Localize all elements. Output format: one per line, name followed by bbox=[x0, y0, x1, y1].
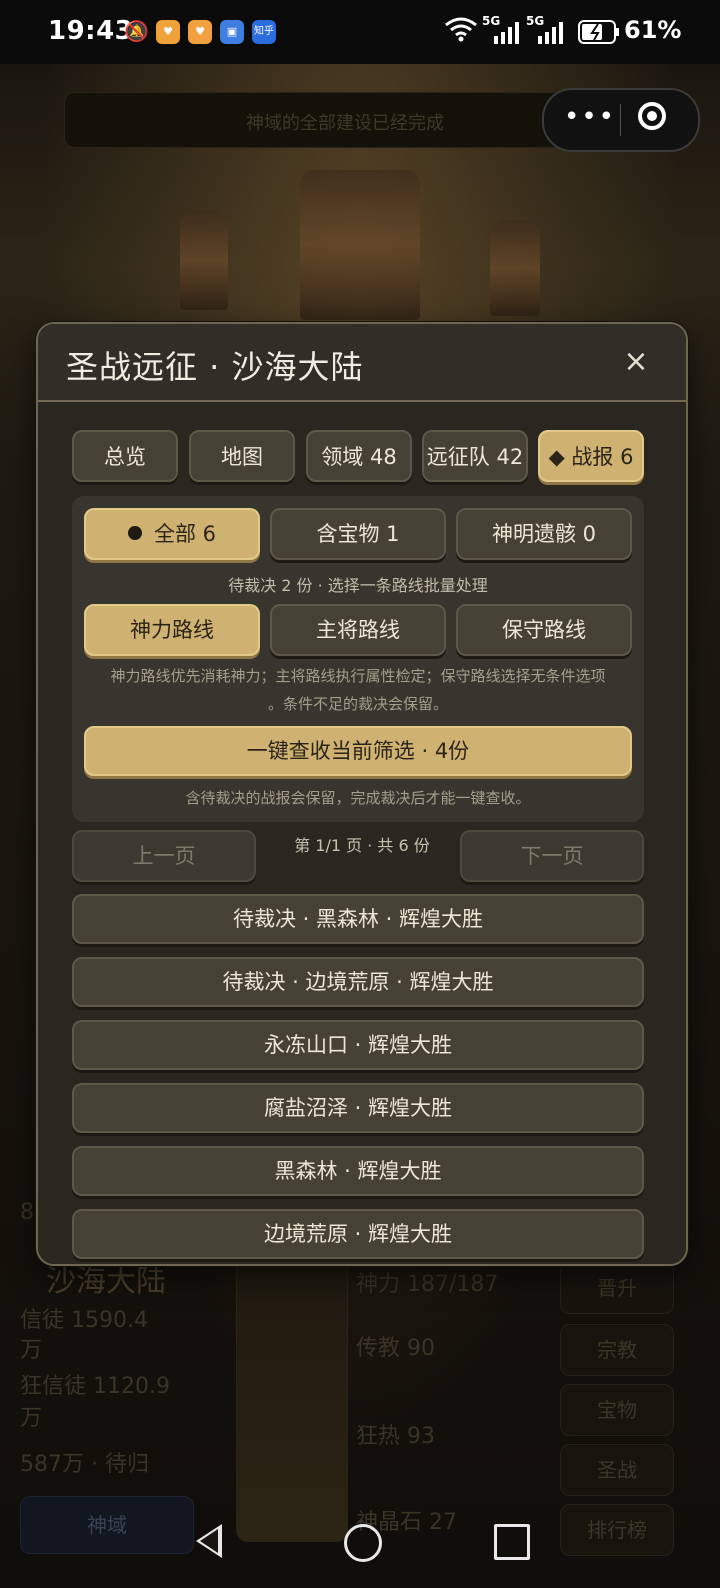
deity-portrait bbox=[236, 1250, 348, 1542]
stat-mid: 狂热 93 bbox=[356, 1424, 435, 1449]
stat-left: 万 bbox=[20, 1406, 43, 1431]
filter-panel: 全部 6 含宝物 1 神明遗骸 0 待裁决 2 份 · 选择一条路线批量处理 神… bbox=[72, 496, 644, 822]
filter-treasure-button[interactable]: 含宝物 1 bbox=[270, 508, 446, 560]
app-blue-icon: ▣ bbox=[220, 20, 244, 44]
filter-all-button[interactable]: 全部 6 bbox=[84, 508, 260, 560]
modal-title: 圣战远征 · 沙海大陆 bbox=[66, 348, 364, 386]
report-item[interactable]: 待裁决 · 黑森林 · 辉煌大胜 bbox=[72, 894, 644, 944]
battery-percent: 61% bbox=[624, 16, 682, 44]
tab-map[interactable]: 地图 bbox=[189, 430, 295, 482]
notice-text: 神域的全部建设已经完成 bbox=[246, 113, 444, 134]
app-orange-icon: ♥ bbox=[188, 20, 212, 44]
page-info: 第 1/1 页 · 共 6 份 bbox=[294, 836, 430, 855]
home-icon[interactable] bbox=[344, 1524, 382, 1562]
close-target-icon[interactable] bbox=[638, 102, 666, 130]
status-time: 19:43 bbox=[48, 16, 134, 46]
dot-icon bbox=[127, 526, 142, 540]
wifi-icon bbox=[444, 16, 478, 48]
stat-left: 信徒 1590.4 bbox=[20, 1308, 148, 1333]
app-orange-icon: ♥ bbox=[156, 20, 180, 44]
report-item[interactable]: 黑森林 · 辉煌大胜 bbox=[72, 1146, 644, 1196]
religion-button[interactable]: 宗教 bbox=[560, 1324, 674, 1376]
tab-overview[interactable]: 总览 bbox=[72, 430, 178, 482]
stat-left: 狂信徒 1120.9 bbox=[20, 1374, 170, 1399]
zhihu-icon: 知乎 bbox=[252, 20, 276, 44]
more-icon[interactable]: ••• bbox=[564, 102, 616, 132]
signal-icon bbox=[538, 22, 566, 50]
signal-icon bbox=[494, 22, 522, 50]
crusade-button[interactable]: 圣战 bbox=[560, 1444, 674, 1496]
stat-left: 587万 · 待归 bbox=[20, 1452, 149, 1477]
recent-apps-icon[interactable] bbox=[494, 1524, 530, 1560]
modal-header: 圣战远征 · 沙海大陆 × bbox=[38, 324, 686, 402]
status-bar: 19:43 🔕 ♥ ♥ ▣ 知乎 5G 5G 61% bbox=[0, 0, 720, 64]
tab-battle-report[interactable]: ◆ 战报 6 bbox=[538, 430, 644, 482]
route-safe-button[interactable]: 保守路线 bbox=[456, 604, 632, 656]
route-divine-button[interactable]: 神力路线 bbox=[84, 604, 260, 656]
modal-body: 总览 地图 领域 48 远征队 42 ◆ 战报 6 全部 6 含宝物 1 神明遗… bbox=[38, 402, 686, 1264]
filter-all-label: 全部 6 bbox=[153, 522, 217, 546]
background-figure bbox=[300, 170, 420, 320]
tab-expedition[interactable]: 远征队 42 bbox=[422, 430, 528, 482]
background-figure bbox=[180, 210, 228, 310]
back-icon-inner bbox=[200, 1529, 218, 1553]
route-description-cont: 。条件不足的裁决会保留。 bbox=[267, 695, 448, 713]
navigation-bar bbox=[0, 1500, 720, 1588]
promote-button[interactable]: 晋升 bbox=[560, 1262, 674, 1314]
treasure-button[interactable]: 宝物 bbox=[560, 1384, 674, 1436]
capsule-divider bbox=[620, 104, 621, 136]
stat-mid: 神力 187/187 bbox=[356, 1272, 499, 1297]
report-item[interactable]: 边境荒原 · 辉煌大胜 bbox=[72, 1209, 644, 1259]
bell-muted-icon: 🔕 bbox=[124, 19, 149, 43]
miniprogram-capsule: ••• bbox=[542, 88, 700, 152]
tab-territory[interactable]: 领域 48 bbox=[306, 430, 412, 482]
route-description: 神力路线优先消耗神力；主将路线执行属性检定；保守路线选择无条件选项 bbox=[110, 667, 606, 685]
region-prefix: 8 bbox=[20, 1200, 34, 1225]
crusade-modal: 圣战远征 · 沙海大陆 × 总览 地图 领域 48 远征队 42 ◆ 战报 6 … bbox=[36, 322, 688, 1266]
pending-hint: 待裁决 2 份 · 选择一条路线批量处理 bbox=[228, 576, 488, 595]
filter-relic-button[interactable]: 神明遗骸 0 bbox=[456, 508, 632, 560]
stat-mid: 传教 90 bbox=[356, 1336, 435, 1361]
report-item[interactable]: 腐盐沼泽 · 辉煌大胜 bbox=[72, 1083, 644, 1133]
collect-hint: 含待裁决的战报会保留，完成裁决后才能一键查收。 bbox=[185, 789, 531, 807]
report-item[interactable]: 永冻山口 · 辉煌大胜 bbox=[72, 1020, 644, 1070]
background-figure bbox=[490, 220, 540, 316]
stat-left: 万 bbox=[20, 1338, 43, 1363]
prev-page-button[interactable]: 上一页 bbox=[72, 830, 256, 882]
next-page-button[interactable]: 下一页 bbox=[460, 830, 644, 882]
battery-icon bbox=[578, 20, 620, 50]
route-general-button[interactable]: 主将路线 bbox=[270, 604, 446, 656]
close-button[interactable]: × bbox=[616, 342, 656, 382]
report-item[interactable]: 待裁决 · 边境荒原 · 辉煌大胜 bbox=[72, 957, 644, 1007]
collect-all-button[interactable]: 一键查收当前筛选 · 4份 bbox=[84, 726, 632, 776]
